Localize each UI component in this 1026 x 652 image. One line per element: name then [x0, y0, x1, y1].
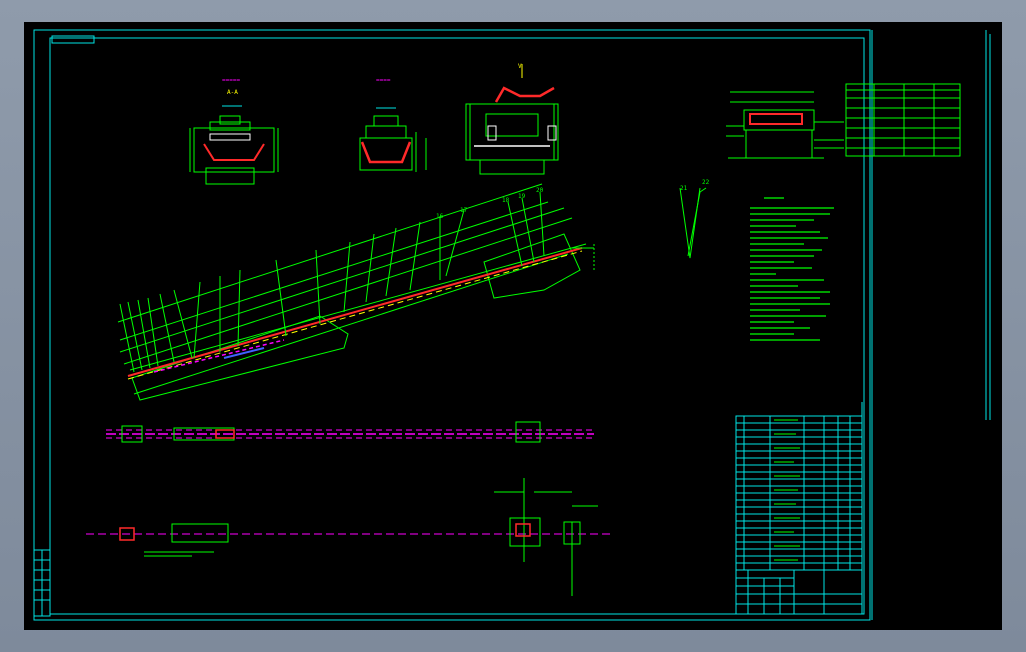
- detail-v-profile: 21 22: [679, 179, 710, 259]
- lower-drive-view: [86, 478, 614, 596]
- section-view-1: ===== A-A: [189, 77, 279, 185]
- svg-text:====: ====: [376, 77, 391, 84]
- svg-text:20: 20: [536, 187, 544, 194]
- section-title-1: =====: [222, 77, 240, 84]
- svg-text:21: 21: [680, 185, 688, 192]
- drawing-svg: ===== A-A ==== V 16 17 18 19 20 21 22: [33, 29, 991, 621]
- svg-text:17: 17: [460, 207, 468, 214]
- svg-text:22: 22: [702, 179, 710, 186]
- drawing-canvas[interactable]: ===== A-A ==== V 16 17 18 19 20 21 22: [24, 22, 1002, 630]
- section-label-1: A-A: [227, 89, 238, 96]
- technical-notes: [750, 197, 834, 341]
- svg-text:18: 18: [502, 197, 510, 204]
- cad-viewport[interactable]: ===== A-A ==== V 16 17 18 19 20 21 22: [0, 0, 1026, 652]
- svg-text:V: V: [518, 63, 522, 70]
- title-block: [735, 569, 863, 615]
- inclined-conveyor-view: 16 17 18 19 20: [117, 183, 595, 401]
- svg-text:19: 19: [518, 193, 526, 200]
- parts-list-entries: [774, 419, 800, 561]
- section-view-2: ====: [359, 77, 427, 172]
- parts-list-table: [735, 402, 863, 571]
- svg-text:16: 16: [436, 213, 444, 220]
- plan-view: [106, 421, 594, 443]
- top-table: [845, 83, 961, 157]
- section-view-3: V: [465, 63, 559, 175]
